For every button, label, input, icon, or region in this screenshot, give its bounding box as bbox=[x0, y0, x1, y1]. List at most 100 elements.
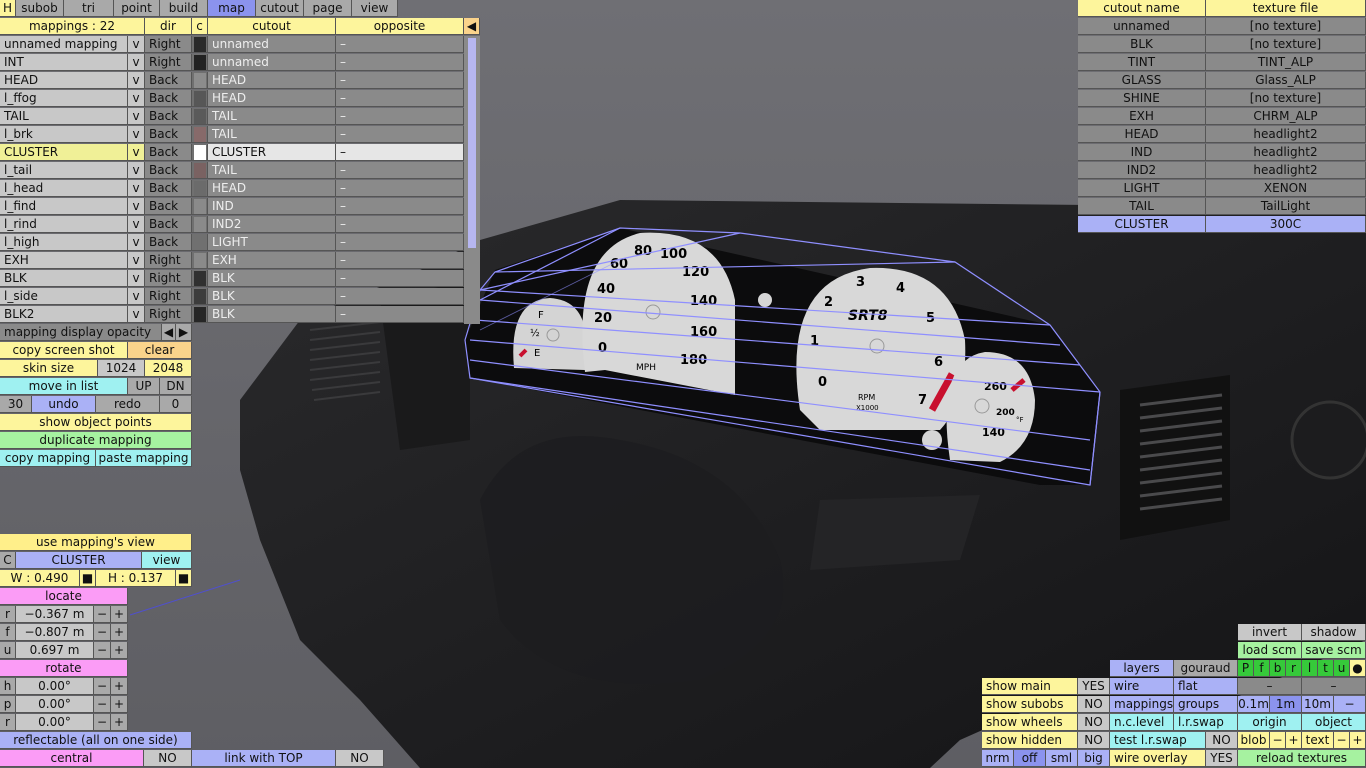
test-lr-swap-toggle[interactable]: NO bbox=[1206, 732, 1238, 749]
cutout-row-texture[interactable]: [no texture] bbox=[1206, 36, 1366, 53]
mapping-row-cutout[interactable]: TAIL bbox=[208, 126, 336, 143]
mapping-row-color-cell[interactable] bbox=[192, 90, 208, 107]
gouraud-button[interactable]: gouraud bbox=[1174, 660, 1238, 677]
height-lock-toggle[interactable]: ■ bbox=[176, 570, 192, 587]
menu-build[interactable]: build bbox=[160, 0, 208, 17]
mapping-row-direction[interactable]: Back bbox=[145, 234, 192, 251]
copy-mapping-button[interactable]: copy mapping bbox=[0, 450, 96, 467]
mapping-row-visibility[interactable]: v bbox=[128, 162, 145, 179]
mapping-row-color-cell[interactable] bbox=[192, 198, 208, 215]
grid-10m-button[interactable]: 10m bbox=[1302, 696, 1334, 713]
mapping-row-cutout[interactable]: IND bbox=[208, 198, 336, 215]
clear-button[interactable]: clear bbox=[128, 342, 192, 359]
show-wheels-toggle[interactable]: NO bbox=[1078, 714, 1110, 731]
cutout-row-name[interactable]: TINT bbox=[1078, 54, 1206, 71]
mapping-row-visibility[interactable]: v bbox=[128, 216, 145, 233]
text-minus-button[interactable]: − bbox=[1334, 732, 1350, 749]
mapping-row-opposite[interactable]: – bbox=[336, 306, 464, 323]
layer-u-toggle[interactable]: u bbox=[1334, 660, 1350, 677]
cutout-row-name[interactable]: TAIL bbox=[1078, 198, 1206, 215]
locate-u-value[interactable]: 0.697 m bbox=[16, 642, 94, 659]
flat-button[interactable]: flat bbox=[1174, 678, 1238, 695]
mapping-view-button[interactable]: view bbox=[142, 552, 192, 569]
mapping-row-direction[interactable]: Back bbox=[145, 216, 192, 233]
layer-t-toggle[interactable]: t bbox=[1318, 660, 1334, 677]
origin-button[interactable]: origin bbox=[1238, 714, 1302, 731]
size-nrm-button[interactable]: nrm bbox=[982, 750, 1014, 767]
size-off-button[interactable]: off bbox=[1014, 750, 1046, 767]
mapping-row-color-cell[interactable] bbox=[192, 180, 208, 197]
cutout-row-texture[interactable]: headlight2 bbox=[1206, 162, 1366, 179]
wire-overlay-toggle[interactable]: YES bbox=[1206, 750, 1238, 767]
mapping-row-visibility[interactable]: v bbox=[128, 144, 145, 161]
object-button[interactable]: object bbox=[1302, 714, 1366, 731]
mapping-row-name[interactable]: BLK2 bbox=[0, 306, 128, 323]
locate-r-plus-button[interactable]: + bbox=[111, 606, 128, 623]
size-sml-button[interactable]: sml bbox=[1046, 750, 1078, 767]
mapping-scrollbar-thumb[interactable] bbox=[468, 38, 476, 248]
locate-u-plus-button[interactable]: + bbox=[111, 642, 128, 659]
mapping-row-visibility[interactable]: v bbox=[128, 252, 145, 269]
cutout-row-texture[interactable]: headlight2 bbox=[1206, 126, 1366, 143]
cutout-row-texture[interactable]: XENON bbox=[1206, 180, 1366, 197]
mapping-row-visibility[interactable]: v bbox=[128, 72, 145, 89]
layer-dot-toggle[interactable]: ● bbox=[1350, 660, 1366, 677]
mapping-row-cutout[interactable]: BLK bbox=[208, 288, 336, 305]
mapping-row-name[interactable]: unnamed mapping bbox=[0, 36, 128, 53]
mapping-row-name[interactable]: CLUSTER bbox=[0, 144, 128, 161]
mapping-row-name[interactable]: INT bbox=[0, 54, 128, 71]
mapping-row-visibility[interactable]: v bbox=[128, 126, 145, 143]
mapping-row-color-cell[interactable] bbox=[192, 126, 208, 143]
layer-dash-2[interactable]: – bbox=[1302, 678, 1366, 695]
mapping-row-direction[interactable]: Right bbox=[145, 36, 192, 53]
layer-dash-1[interactable]: – bbox=[1238, 678, 1302, 695]
mapping-scrollbar[interactable] bbox=[464, 36, 480, 324]
locate-f-plus-button[interactable]: + bbox=[111, 624, 128, 641]
mapping-row-visibility[interactable]: v bbox=[128, 234, 145, 251]
mapping-row-opposite[interactable]: – bbox=[336, 252, 464, 269]
cutout-row-texture[interactable]: CHRM_ALP bbox=[1206, 108, 1366, 125]
mapping-row-opposite[interactable]: – bbox=[336, 90, 464, 107]
mapping-row-cutout[interactable]: LIGHT bbox=[208, 234, 336, 251]
rotate-p-value[interactable]: 0.00° bbox=[16, 696, 94, 713]
mapping-row-cutout[interactable]: HEAD bbox=[208, 72, 336, 89]
mapping-row-visibility[interactable]: v bbox=[128, 180, 145, 197]
cutout-row-texture[interactable]: [no texture] bbox=[1206, 90, 1366, 107]
mapping-row-opposite[interactable]: – bbox=[336, 54, 464, 71]
mapping-row-direction[interactable]: Back bbox=[145, 108, 192, 125]
grid-0.1m-button[interactable]: 0.1m bbox=[1238, 696, 1270, 713]
mapping-row-opposite[interactable]: – bbox=[336, 216, 464, 233]
groups-button[interactable]: groups bbox=[1174, 696, 1238, 713]
mapping-row-direction[interactable]: Back bbox=[145, 126, 192, 143]
text-plus-button[interactable]: + bbox=[1350, 732, 1366, 749]
rotate-h-minus-button[interactable]: − bbox=[94, 678, 111, 695]
mapping-row-direction[interactable]: Right bbox=[145, 252, 192, 269]
rotate-p-plus-button[interactable]: + bbox=[111, 696, 128, 713]
central-toggle[interactable]: NO bbox=[144, 750, 192, 767]
menu-subob[interactable]: subob bbox=[16, 0, 64, 17]
mapping-row-opposite[interactable]: – bbox=[336, 180, 464, 197]
nc-level-button[interactable]: n.c.level bbox=[1110, 714, 1174, 731]
mapping-row-name[interactable]: BLK bbox=[0, 270, 128, 287]
blob-minus-button[interactable]: − bbox=[1270, 732, 1286, 749]
cutout-row-name[interactable]: GLASS bbox=[1078, 72, 1206, 89]
mapping-row-opposite[interactable]: – bbox=[336, 198, 464, 215]
mapping-row-visibility[interactable]: v bbox=[128, 108, 145, 125]
layers-button[interactable]: layers bbox=[1110, 660, 1174, 677]
layer-f-toggle[interactable]: f bbox=[1254, 660, 1270, 677]
copy-screen-shot-button[interactable]: copy screen shot bbox=[0, 342, 128, 359]
lr-swap-button[interactable]: l.r.swap bbox=[1174, 714, 1238, 731]
show-object-points-button[interactable]: show object points bbox=[0, 414, 192, 431]
mapping-row-color-cell[interactable] bbox=[192, 108, 208, 125]
current-mapping-name[interactable]: CLUSTER bbox=[16, 552, 142, 569]
cutout-row-name[interactable]: EXH bbox=[1078, 108, 1206, 125]
mapping-row-direction[interactable]: Back bbox=[145, 162, 192, 179]
opacity-decrease-button[interactable]: ◀ bbox=[162, 324, 176, 341]
mapping-row-cutout[interactable]: unnamed bbox=[208, 36, 336, 53]
mapping-row-direction[interactable]: Back bbox=[145, 198, 192, 215]
mapping-row-color-cell[interactable] bbox=[192, 162, 208, 179]
mapping-row-cutout[interactable]: TAIL bbox=[208, 108, 336, 125]
link-with-top-toggle[interactable]: NO bbox=[336, 750, 384, 767]
size-big-button[interactable]: big bbox=[1078, 750, 1110, 767]
layer-b-toggle[interactable]: b bbox=[1270, 660, 1286, 677]
